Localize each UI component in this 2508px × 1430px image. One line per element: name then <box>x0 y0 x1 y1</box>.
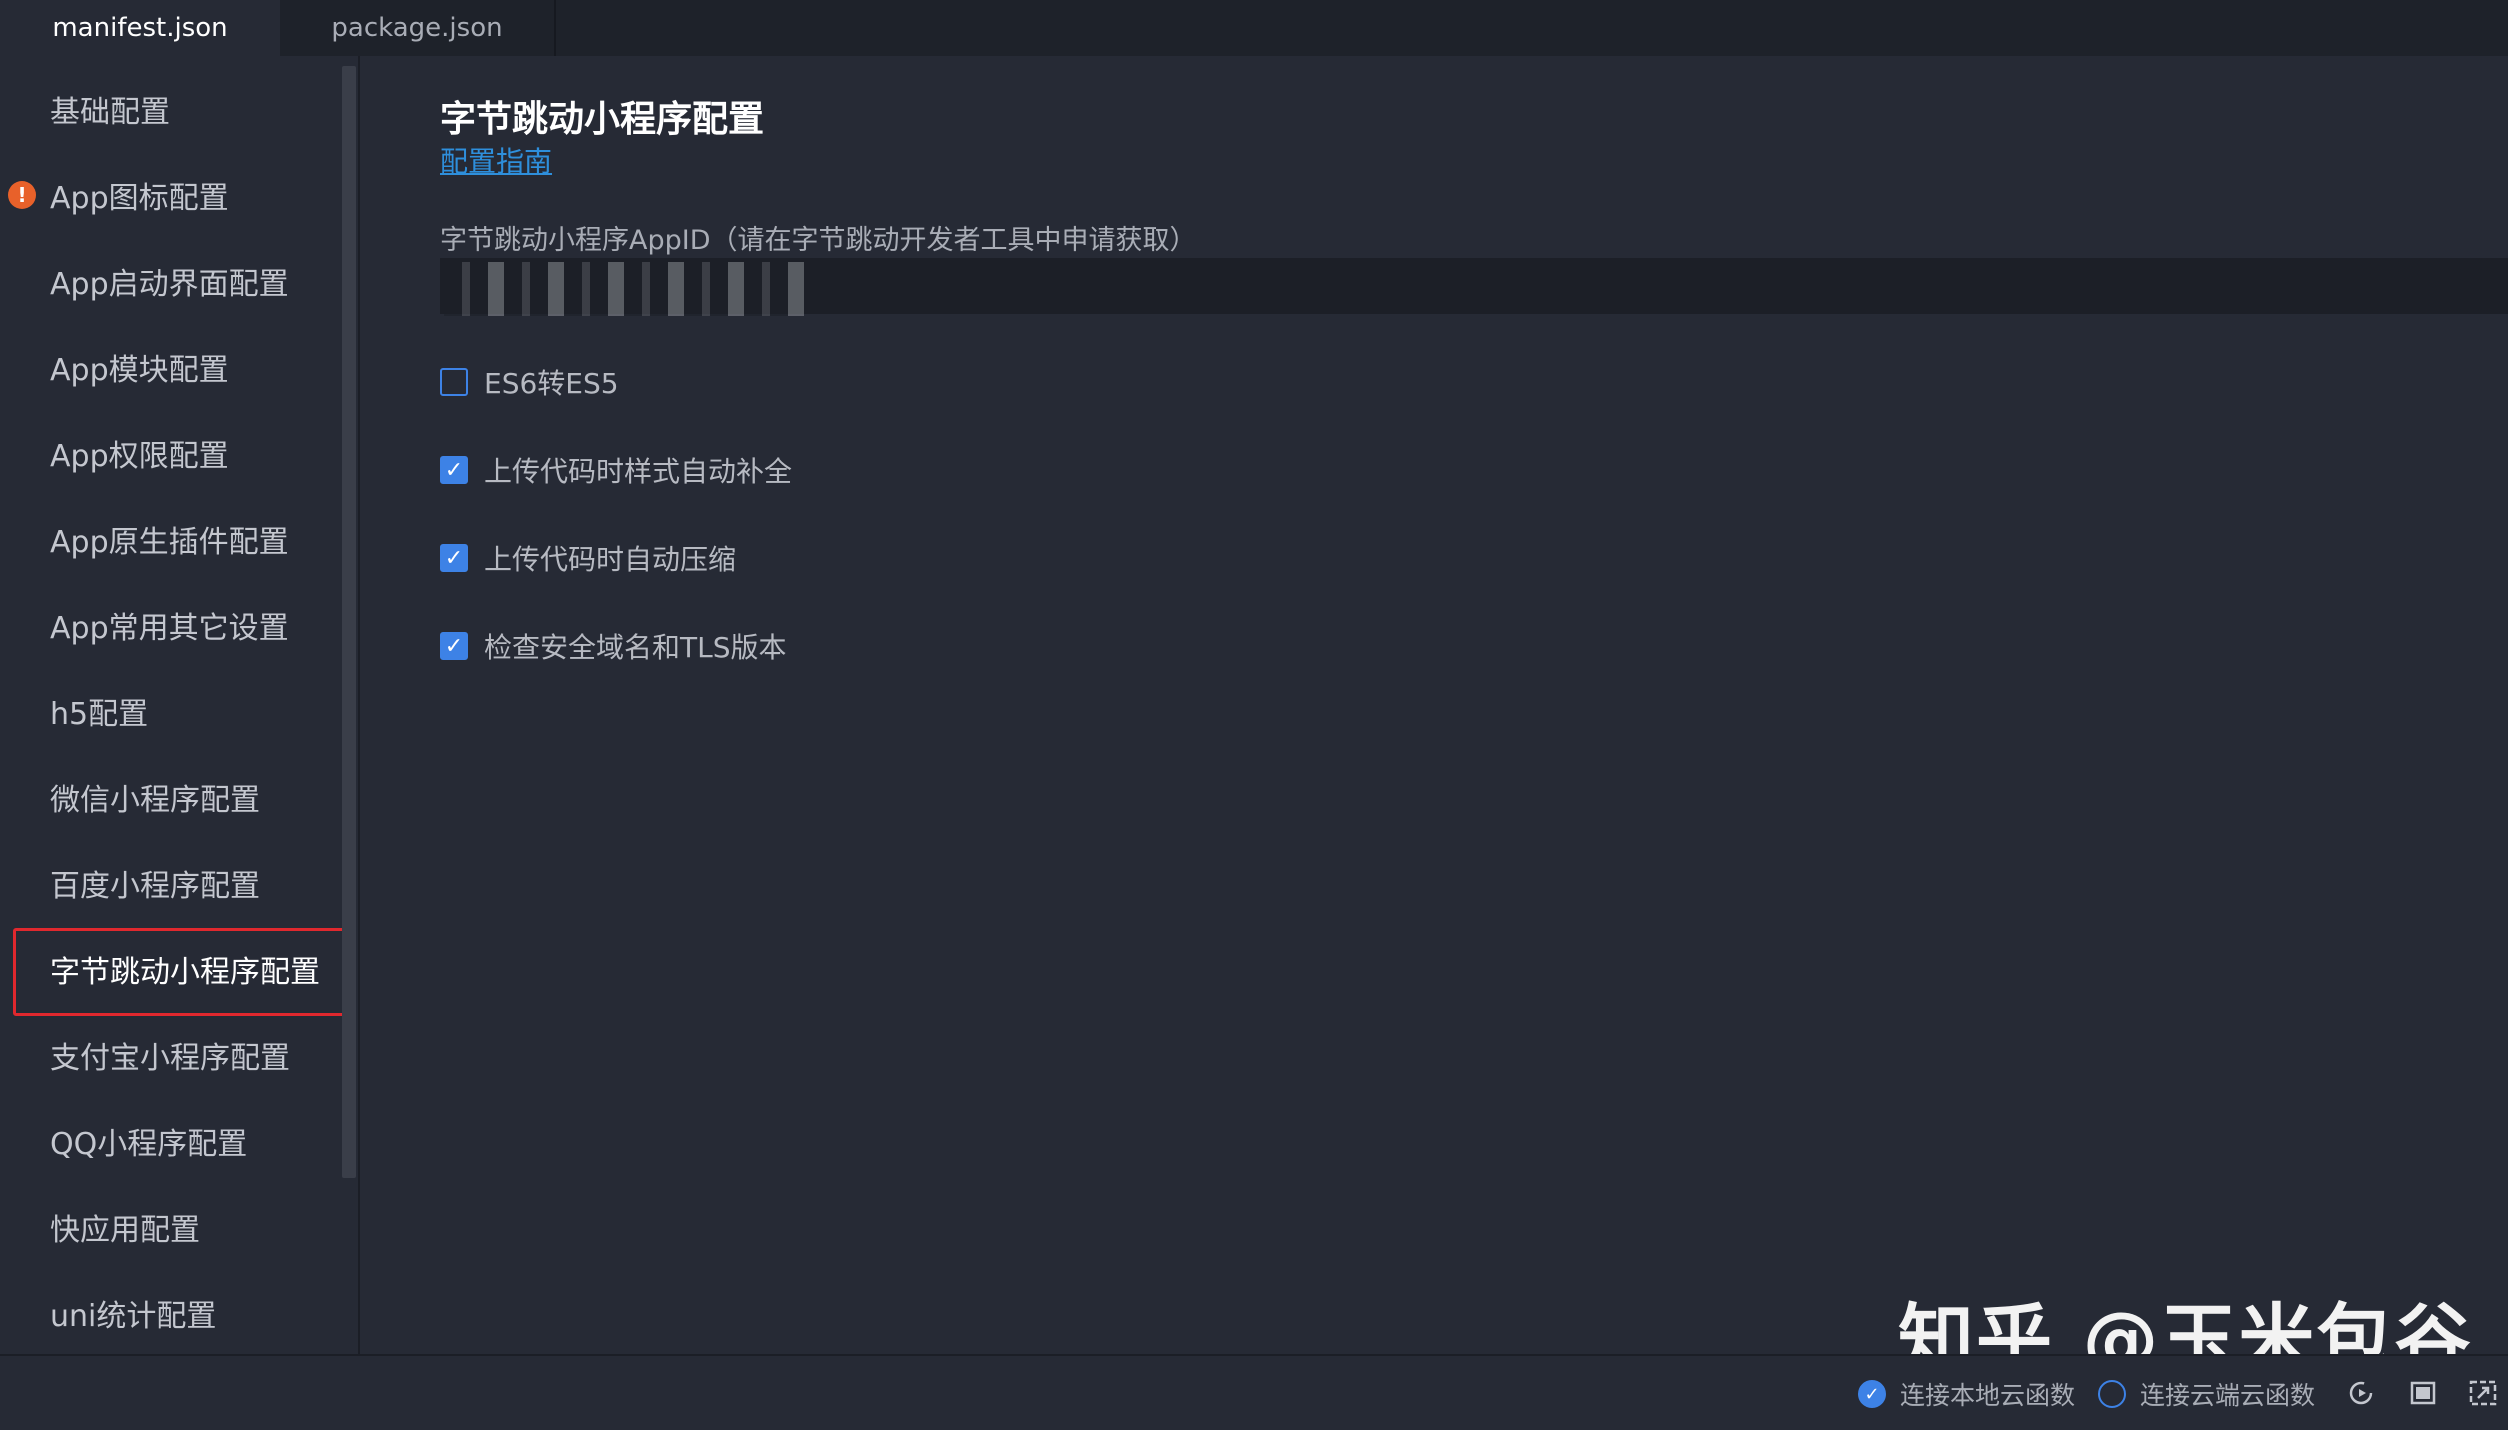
sidebar-item-alipay-mp[interactable]: 支付宝小程序配置 <box>0 1020 342 1090</box>
option-label: 上传代码时自动压缩 <box>484 543 737 576</box>
option-style-autoprefix[interactable]: ✓ 上传代码时样式自动补全 <box>440 450 792 490</box>
sidebar-item-h5[interactable]: h5配置 <box>0 676 342 746</box>
sidebar-item-label: App图标配置 <box>50 181 229 216</box>
option-label: ES6转ES5 <box>484 367 619 400</box>
sidebar-item-label: 微信小程序配置 <box>50 783 260 818</box>
sidebar-item-bytedance-mp[interactable]: 字节跳动小程序配置 <box>0 928 342 1016</box>
tab-manifest-json[interactable]: manifest.json <box>0 0 280 56</box>
sidebar-item-label: h5配置 <box>50 697 149 732</box>
refresh-icon[interactable] <box>2344 1376 2378 1410</box>
sidebar-item-app-modules[interactable]: App模块配置 <box>0 332 342 402</box>
sidebar-item-quickapp[interactable]: 快应用配置 <box>0 1192 342 1262</box>
sidebar-item-app-native-plugins[interactable]: App原生插件配置 <box>0 504 342 574</box>
option-label: 上传代码时样式自动补全 <box>484 455 793 488</box>
radio-checked-icon[interactable]: ✓ <box>1858 1380 1886 1408</box>
sidebar-item-qq-mp[interactable]: QQ小程序配置 <box>0 1106 342 1176</box>
sidebar-item-app-splash[interactable]: App启动界面配置 <box>0 246 342 316</box>
sidebar-item-wechat-mp[interactable]: 微信小程序配置 <box>0 762 342 832</box>
config-guide-link[interactable]: 配置指南 <box>440 140 552 180</box>
connect-remote-cloud-radio[interactable]: 连接云端云函数 <box>2098 1356 2315 1430</box>
option-label: 检查安全域名和TLS版本 <box>484 631 787 664</box>
sidebar-item-label: 基础配置 <box>50 95 170 130</box>
option-es6-to-es5[interactable]: ES6转ES5 <box>440 362 619 402</box>
app-window: manifest.json package.json 基础配置 ! App图标配… <box>0 0 2508 1430</box>
sidebar-item-uni-stat[interactable]: uni统计配置 <box>0 1278 342 1348</box>
square-icon[interactable] <box>2406 1376 2440 1410</box>
radio-icon[interactable] <box>2098 1380 2126 1408</box>
option-check-domain-tls[interactable]: ✓ 检查安全域名和TLS版本 <box>440 626 786 666</box>
connect-local-cloud-radio[interactable]: ✓ 连接本地云函数 <box>1858 1356 2075 1430</box>
warning-icon: ! <box>8 181 36 209</box>
sidebar-item-label: App模块配置 <box>50 353 229 388</box>
redacted-appid-mask <box>444 262 804 316</box>
main-panel: 字节跳动小程序配置 配置指南 字节跳动小程序AppID（请在字节跳动开发者工具中… <box>360 56 2508 1354</box>
sidebar-item-label: 字节跳动小程序配置 <box>50 955 320 990</box>
tab-bar: manifest.json package.json <box>0 0 2508 56</box>
sidebar-item-app-other[interactable]: App常用其它设置 <box>0 590 342 660</box>
sidebar-item-app-permissions[interactable]: App权限配置 <box>0 418 342 488</box>
status-label: 连接云端云函数 <box>2140 1381 2316 1410</box>
sidebar-item-label: App常用其它设置 <box>50 611 289 646</box>
sidebar-item-label: App权限配置 <box>50 439 229 474</box>
sidebar-item-label: 百度小程序配置 <box>50 869 260 904</box>
status-label: 连接本地云函数 <box>1900 1381 2076 1410</box>
checkbox-icon[interactable] <box>440 368 468 396</box>
sidebar-item-label: App启动界面配置 <box>50 267 289 302</box>
sidebar-item-label: 快应用配置 <box>50 1213 200 1248</box>
expand-icon[interactable] <box>2466 1376 2500 1410</box>
sidebar-item-basic[interactable]: 基础配置 <box>0 74 342 144</box>
status-bar: ✓ 连接本地云函数 连接云端云函数 <box>0 1354 2508 1430</box>
checkbox-checked-icon[interactable]: ✓ <box>440 544 468 572</box>
sidebar-item-label: uni统计配置 <box>50 1299 217 1334</box>
appid-label: 字节跳动小程序AppID（请在字节跳动开发者工具中申请获取） <box>440 225 1197 256</box>
option-minify[interactable]: ✓ 上传代码时自动压缩 <box>440 538 736 578</box>
page-title: 字节跳动小程序配置 <box>440 99 765 140</box>
sidebar: 基础配置 ! App图标配置 App启动界面配置 App模块配置 App权限配置… <box>0 56 342 1354</box>
sidebar-item-label: 支付宝小程序配置 <box>50 1041 290 1076</box>
checkbox-checked-icon[interactable]: ✓ <box>440 456 468 484</box>
tab-package-json[interactable]: package.json <box>280 0 556 56</box>
sidebar-item-label: App原生插件配置 <box>50 525 289 560</box>
sidebar-item-baidu-mp[interactable]: 百度小程序配置 <box>0 848 342 918</box>
sidebar-scrollbar[interactable] <box>342 66 356 1178</box>
checkbox-checked-icon[interactable]: ✓ <box>440 632 468 660</box>
sidebar-item-app-icon[interactable]: ! App图标配置 <box>0 160 342 230</box>
sidebar-item-label: QQ小程序配置 <box>50 1127 248 1162</box>
